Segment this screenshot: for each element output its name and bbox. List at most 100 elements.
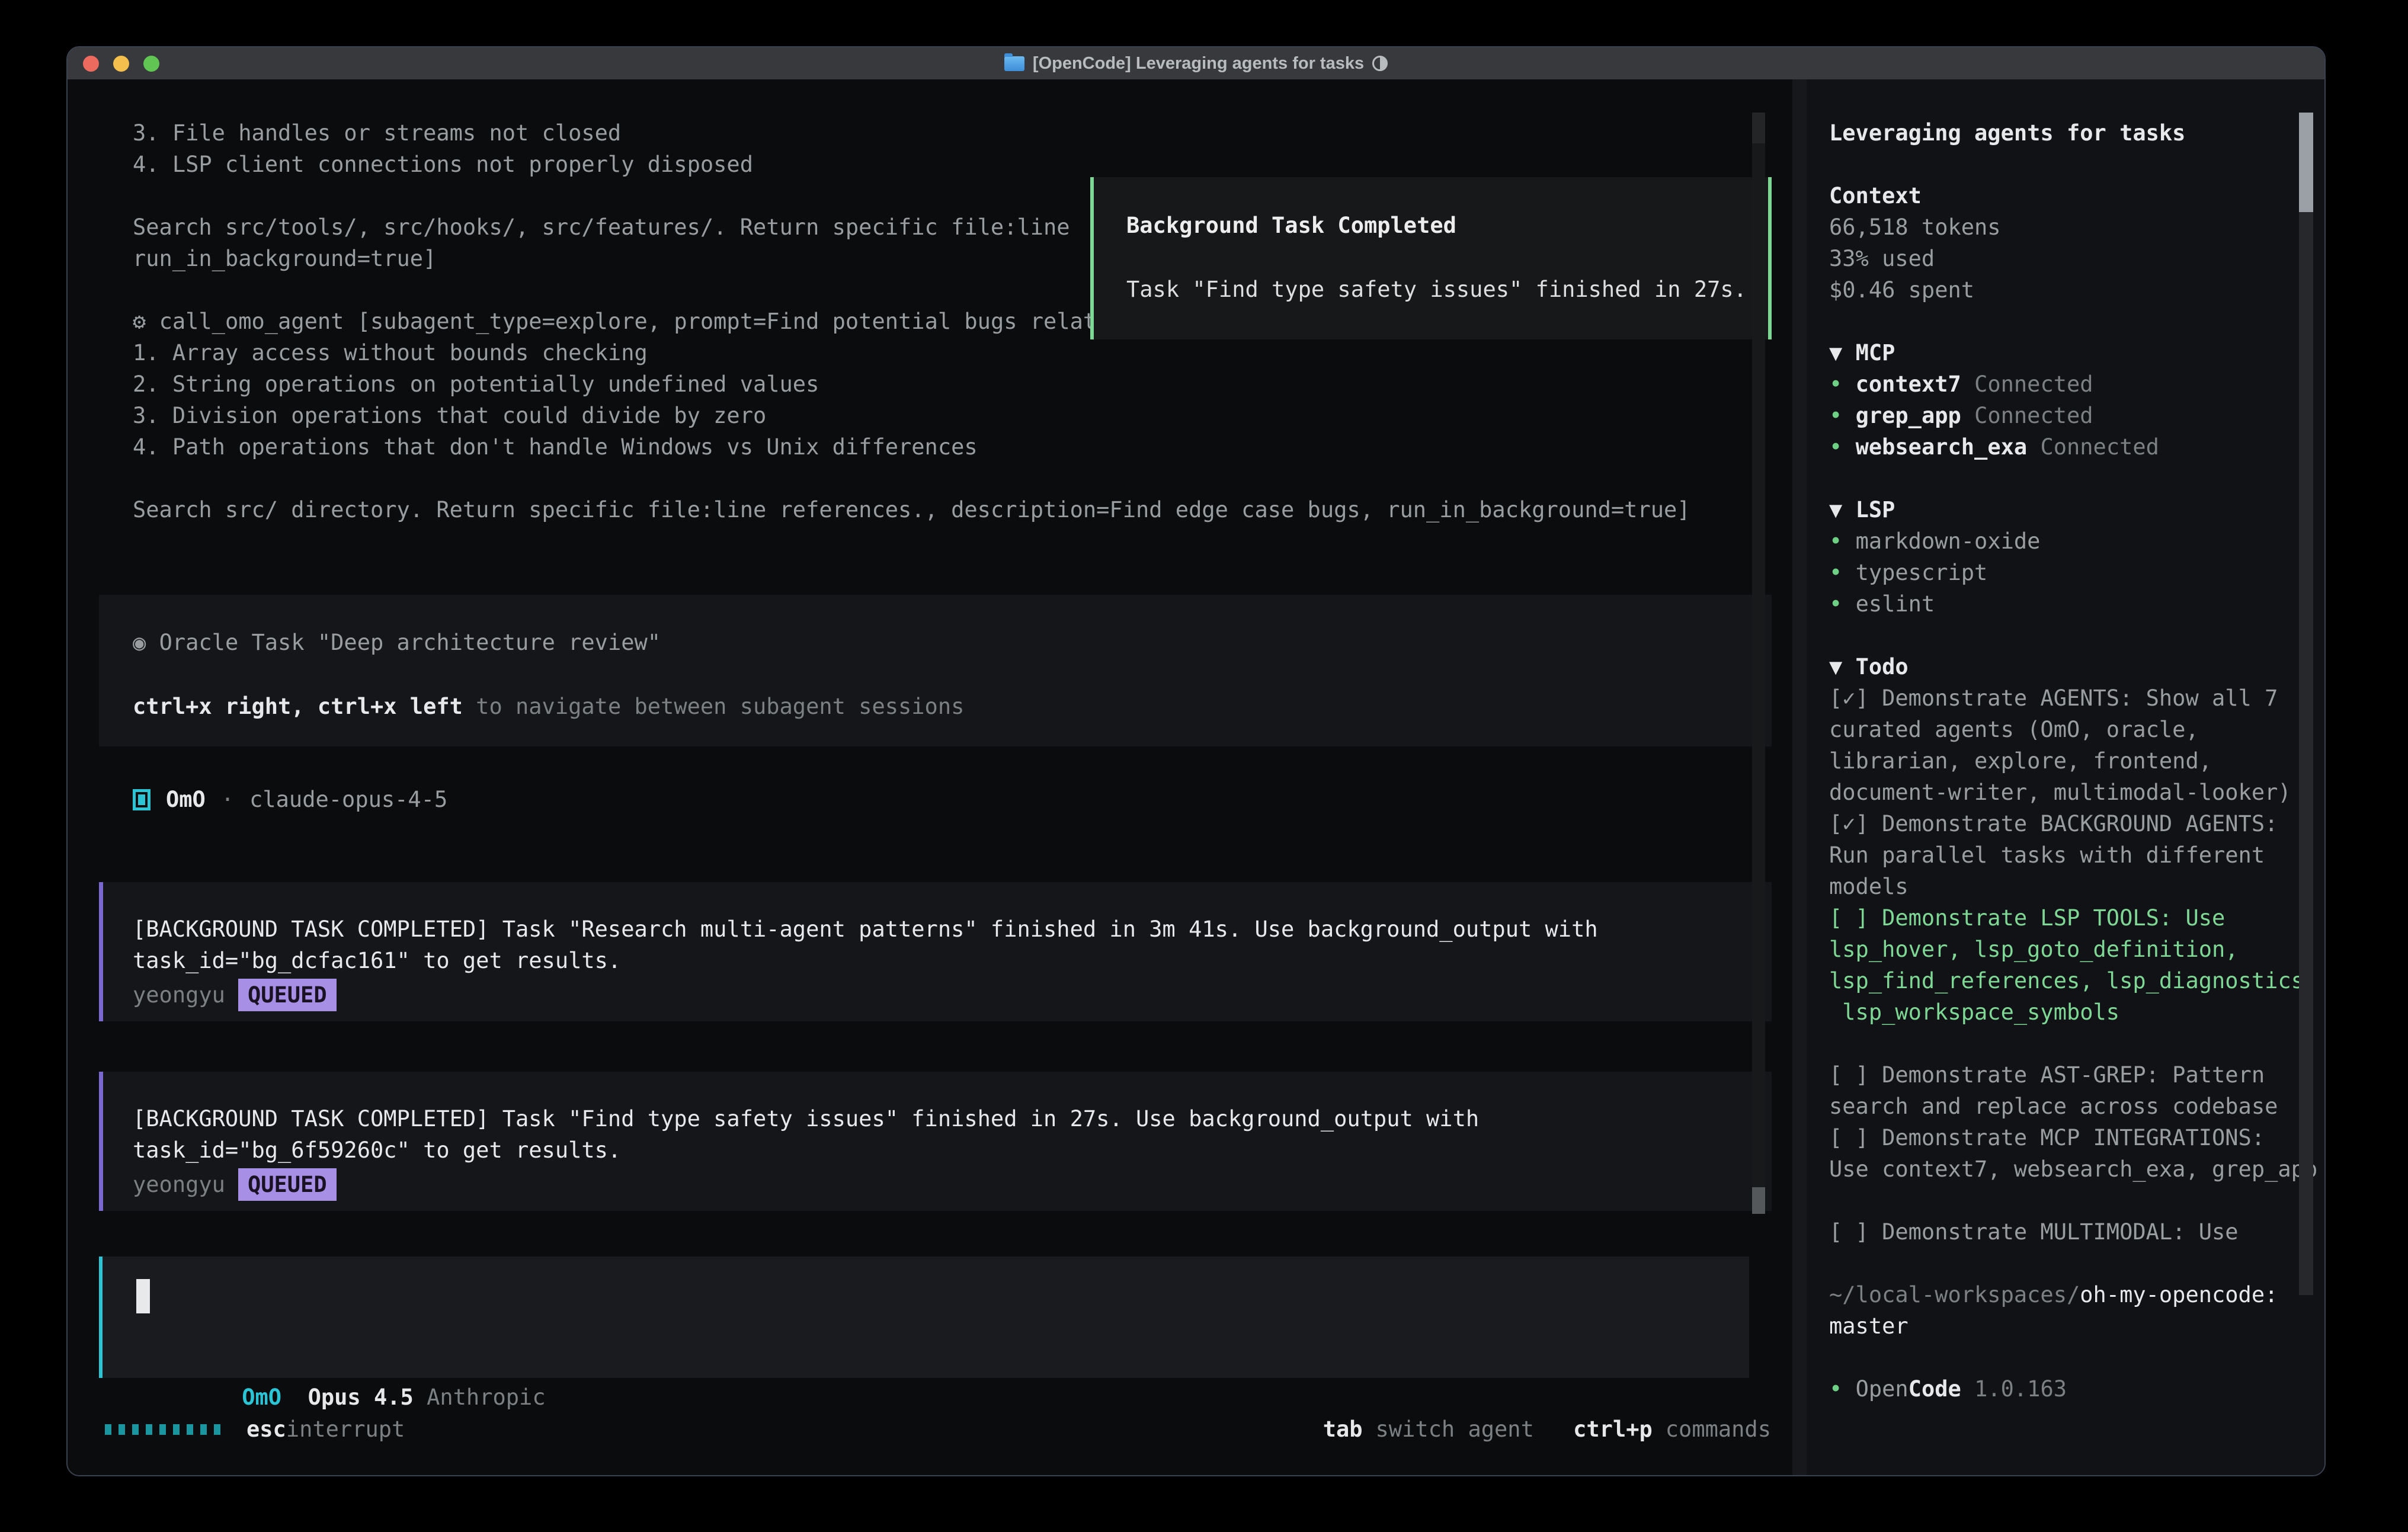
tool-call-tail: Search src/ directory. Return specific f…: [133, 494, 1733, 525]
sidebar-scrollbar-thumb[interactable]: [2299, 113, 2313, 212]
hint-text: to navigate between subagent sessions: [463, 694, 964, 719]
task-message-meta: yeongyu QUEUED: [133, 979, 337, 1011]
mcp-item: • context7 Connected: [1829, 368, 2279, 400]
sidebar-content: Leveraging agents for tasks Context 66,5…: [1829, 117, 2279, 1405]
tab-key-label: switch agent: [1376, 1414, 1534, 1445]
mcp-item: • grep_app Connected: [1829, 400, 2279, 431]
title-bar: [OpenCode] Leveraging agents for tasks: [68, 47, 2324, 80]
task-message-line2: task_id="bg_dcfac161" to get results.: [133, 945, 621, 976]
todo-done-line: [✓] Demonstrate BACKGROUND AGENTS:: [1829, 808, 2279, 839]
tool-call-item: 2. String operations on potentially unde…: [133, 368, 1733, 400]
version-line: • OpenCode 1.0.163: [1829, 1373, 2279, 1405]
status-dot-icon: •: [1829, 371, 1856, 397]
tool-call-item: 3. Division operations that could divide…: [133, 400, 1733, 431]
agent-model: claude-opus-4-5: [249, 784, 447, 815]
main-scrollbar-thumb[interactable]: [1752, 1187, 1765, 1214]
oracle-task-card[interactable]: ◉ Oracle Task "Deep architecture review"…: [99, 595, 1772, 746]
todo-done-line: Run parallel tasks with different: [1829, 839, 2279, 871]
mcp-section-header[interactable]: ▼ MCP: [1829, 337, 2279, 368]
esc-key-label: interrupt: [286, 1414, 405, 1445]
context-spent: $0.46 spent: [1829, 274, 2279, 306]
tool-call-item: 4. Path operations that don't handle Win…: [133, 431, 1733, 463]
ctrlp-key-label: commands: [1666, 1414, 1771, 1445]
agent-icon: [133, 789, 150, 810]
background-task-message[interactable]: [BACKGROUND TASK COMPLETED] Task "Find t…: [99, 1072, 1772, 1211]
todo-pending-line: search and replace across codebase: [1829, 1091, 2279, 1122]
todo-pending-line: [ ] Demonstrate AST-GREP: Pattern: [1829, 1059, 2279, 1091]
esc-key-hint[interactable]: esc: [246, 1414, 286, 1445]
separator-dot: ·: [221, 784, 234, 815]
todo-active-line: lsp_hover, lsp_goto_definition,: [1829, 934, 2279, 965]
window-title: [OpenCode] Leveraging agents for tasks: [1004, 54, 1388, 73]
session-title: Leveraging agents for tasks: [1829, 117, 2279, 149]
close-window-button[interactable]: [83, 56, 99, 72]
minimize-window-button[interactable]: [113, 56, 129, 72]
hint-shortcut: ctrl+x right, ctrl+x left: [133, 694, 463, 719]
todo-section-header[interactable]: ▼ Todo: [1829, 651, 2279, 682]
todo-done-line: document-writer, multimodal-looker): [1829, 777, 2279, 808]
notification-toast[interactable]: Background Task Completed Task "Find typ…: [1090, 177, 1772, 339]
todo-active-line: [ ] Demonstrate LSP TOOLS: Use: [1829, 902, 2279, 934]
panel-divider: [1792, 79, 1807, 1475]
ctrlp-key-hint[interactable]: ctrl+p: [1573, 1414, 1653, 1445]
lsp-item: • eslint: [1829, 588, 2279, 620]
window-title-text: [OpenCode] Leveraging agents for tasks: [1033, 54, 1364, 73]
sidebar-scrollbar[interactable]: [2299, 113, 2313, 1295]
chevron-down-icon: ▼: [1829, 654, 1856, 680]
status-bar-right: tab switch agent ctrl+p commands: [1323, 1414, 1771, 1445]
main-scrollbar-top-segment: [1752, 113, 1765, 143]
task-message-meta: yeongyu QUEUED: [133, 1168, 337, 1201]
transcript-line: 4. LSP client connections not properly d…: [133, 149, 1733, 180]
context-heading: Context: [1829, 180, 2279, 211]
oracle-task-hint: ctrl+x right, ctrl+x left to navigate be…: [133, 691, 964, 722]
todo-active-line: lsp_find_references, lsp_diagnostics,: [1829, 965, 2279, 996]
status-dot-icon: •: [1829, 1376, 1856, 1402]
tab-key-hint[interactable]: tab: [1323, 1414, 1363, 1445]
folder-icon: [1004, 56, 1024, 71]
todo-done-line: models: [1829, 871, 2279, 902]
text-cursor: [136, 1279, 150, 1313]
status-dot-icon: •: [1829, 403, 1856, 428]
window-controls[interactable]: [83, 47, 159, 79]
workspace-path: ~/local-workspaces/oh-my-opencode:: [1829, 1279, 2279, 1310]
input-provider: Anthropic: [427, 1384, 545, 1410]
queued-badge: QUEUED: [238, 1168, 337, 1201]
task-message-line1: [BACKGROUND TASK COMPLETED] Task "Resear…: [133, 914, 1598, 945]
lsp-item: • typescript: [1829, 557, 2279, 588]
task-message-line1: [BACKGROUND TASK COMPLETED] Task "Find t…: [133, 1103, 1479, 1134]
input-model: Opus 4.5: [308, 1384, 414, 1410]
task-author: yeongyu: [133, 1169, 225, 1200]
half-circle-icon: [1372, 56, 1388, 71]
background-task-message[interactable]: [BACKGROUND TASK COMPLETED] Task "Resear…: [99, 882, 1772, 1021]
todo-done-line: curated agents (OmO, oracle,: [1829, 714, 2279, 745]
status-dot-icon: •: [1829, 528, 1856, 554]
notification-title: Background Task Completed: [1126, 210, 1456, 241]
gear-icon: ⚙: [133, 309, 159, 334]
zoom-window-button[interactable]: [143, 56, 159, 72]
workspace-branch: master: [1829, 1310, 2279, 1342]
todo-done-line: [✓] Demonstrate AGENTS: Show all 7: [1829, 682, 2279, 714]
agent-name: OmO: [166, 784, 206, 815]
lsp-item: • markdown-oxide: [1829, 525, 2279, 557]
transcript-blank-line: [133, 463, 1733, 494]
task-message-line2: task_id="bg_6f59260c" to get results.: [133, 1134, 621, 1166]
queued-badge: QUEUED: [238, 979, 337, 1011]
context-used: 33% used: [1829, 243, 2279, 274]
lsp-section-header[interactable]: ▼ LSP: [1829, 494, 2279, 525]
prompt-input[interactable]: OmO Opus 4.5 Anthropic: [99, 1257, 1749, 1378]
spinner-dots-icon: [105, 1424, 220, 1435]
session-sidebar: Leveraging agents for tasks Context 66,5…: [1807, 79, 2324, 1475]
input-agent-name: OmO: [242, 1384, 281, 1410]
todo-done-line: librarian, explore, frontend,: [1829, 745, 2279, 777]
status-bar: esc interrupt tab switch agent ctrl+p co…: [105, 1414, 1771, 1445]
status-dot-icon: •: [1829, 560, 1856, 585]
todo-pending-line: Use context7, websearch_exa, grep_app: [1829, 1153, 2279, 1185]
mcp-item: • websearch_exa Connected: [1829, 431, 2279, 463]
main-scrollbar[interactable]: [1752, 113, 1765, 1214]
task-author: yeongyu: [133, 979, 225, 1011]
status-dot-icon: •: [1829, 591, 1856, 617]
terminal-content: 3. File handles or streams not closed 4.…: [68, 79, 2324, 1475]
app-window: [OpenCode] Leveraging agents for tasks 3…: [66, 46, 2326, 1476]
agent-session-header[interactable]: OmO · claude-opus-4-5: [133, 784, 447, 815]
chevron-down-icon: ▼: [1829, 340, 1856, 366]
